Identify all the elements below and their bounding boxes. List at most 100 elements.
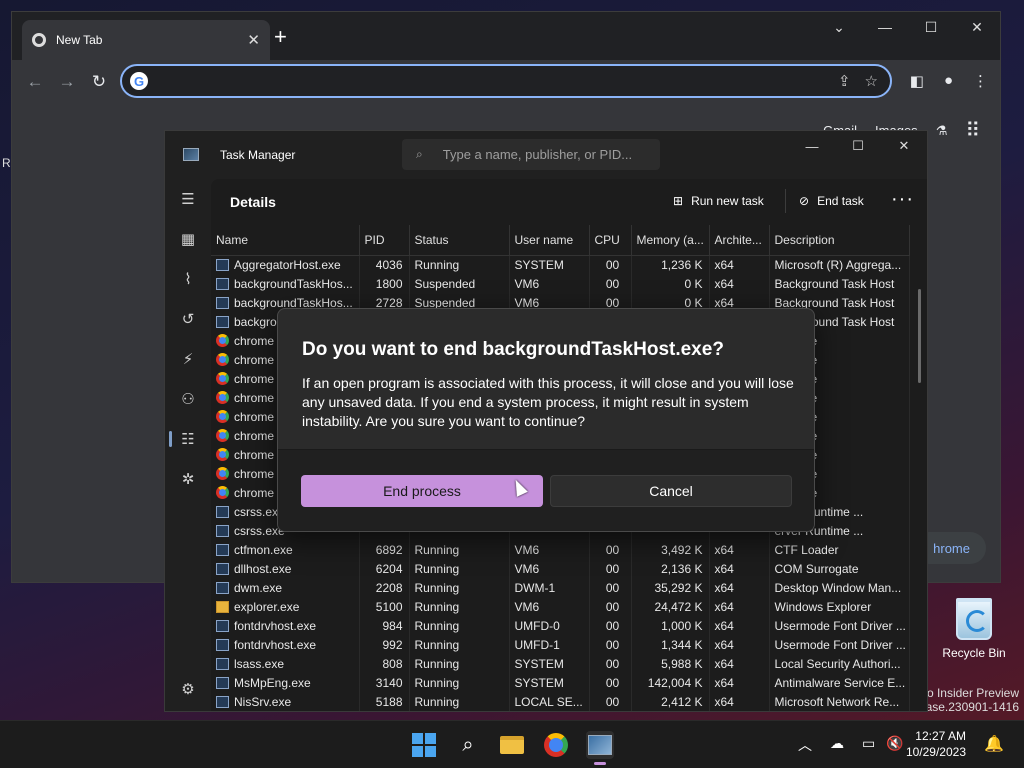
tray-cloud-icon[interactable]: ☁ <box>830 735 844 752</box>
taskbar-search-icon[interactable]: ⌕ <box>454 731 482 759</box>
cell-user: UMFD-0 <box>509 616 590 635</box>
more-options-icon[interactable]: ··· <box>891 188 914 211</box>
network-icon[interactable]: ▭ <box>862 735 875 752</box>
app-history-icon[interactable]: ↺ <box>165 307 211 331</box>
hamburger-menu-icon[interactable]: ☰ <box>165 187 211 211</box>
process-name: chrome <box>234 447 275 462</box>
table-row[interactable]: AggregatorHost.exe 4036 Running SYSTEM 00 1,2… <box>211 255 910 274</box>
column-header-user[interactable]: User name <box>509 225 590 256</box>
tm-close-button[interactable]: ✕ <box>881 131 927 161</box>
volume-muted-icon[interactable]: 🔇 <box>886 735 903 752</box>
notification-bell-icon[interactable]: 🔔 <box>984 734 1004 754</box>
chrome-window-controls: ⌄ — ☐ ✕ <box>816 12 1000 42</box>
processes-icon[interactable]: ▦ <box>165 227 211 251</box>
column-header-cpu[interactable]: CPU <box>589 225 632 256</box>
services-icon[interactable]: ✲ <box>165 467 211 491</box>
share-icon[interactable]: ⇪ <box>838 72 851 90</box>
google-icon: G <box>130 72 148 90</box>
show-hidden-icons-chevron-icon[interactable]: ︿ <box>798 735 812 755</box>
table-row[interactable]: ctfmon.exe 6892 Running VM6 00 3,492 Kx64 CTF … <box>211 540 910 559</box>
cell-description: Usermode Font Driver ... <box>769 635 910 654</box>
process-name: backgroundTaskHos... <box>234 276 353 291</box>
vertical-scrollbar[interactable] <box>918 289 921 383</box>
tm-app-title: Task Manager <box>220 148 296 162</box>
explorer-folder-icon <box>216 600 229 613</box>
system-clock[interactable]: 12:27 AM 10/29/2023 <box>906 728 966 760</box>
profile-icon[interactable]: ● <box>944 72 953 90</box>
table-row[interactable]: fontdrvhost.exe 984 Running UMFD-0 00 1,000 K… <box>211 616 910 635</box>
table-row[interactable]: dllhost.exe 6204 Running VM6 00 2,136 Kx64 COM… <box>211 559 910 578</box>
cell-pid: 984 <box>359 616 410 635</box>
process-name: fontdrvhost.exe <box>234 637 317 652</box>
column-header-pid[interactable]: PID <box>359 225 410 256</box>
details-icon[interactable]: ☷ <box>165 427 211 451</box>
table-row[interactable]: explorer.exe 5100 Running VM6 00 24,472 Kx64 W… <box>211 597 910 616</box>
process-name: chrome <box>234 466 275 481</box>
cell-cpu: 00 <box>589 540 632 559</box>
forward-icon[interactable]: → <box>58 72 76 92</box>
settings-gear-icon[interactable]: ⚙ <box>165 677 211 701</box>
users-icon[interactable]: ⚇ <box>165 387 211 411</box>
run-new-task-button[interactable]: ⊞ Run new task <box>673 194 764 208</box>
process-name: ctfmon.exe <box>234 542 293 557</box>
end-task-button[interactable]: ⊘ End task <box>799 194 864 208</box>
chrome-menu-icon[interactable]: ⋮ <box>973 72 988 90</box>
tab-search-icon[interactable]: ⌄ <box>816 12 862 42</box>
column-header-architecture[interactable]: Archite... <box>709 225 770 256</box>
cancel-button[interactable]: Cancel <box>550 475 792 507</box>
omnibox[interactable]: G ⇪ ☆ <box>120 64 892 98</box>
bookmark-star-icon[interactable]: ☆ <box>865 72 878 90</box>
task-manager-taskbar-button[interactable] <box>586 731 614 765</box>
recycle-bin-shortcut[interactable]: Recycle Bin <box>938 598 1010 660</box>
end-process-button[interactable]: End process <box>301 475 543 507</box>
reload-icon[interactable]: ↻ <box>90 72 108 92</box>
side-panel-icon[interactable]: ◧ <box>910 72 924 90</box>
tm-search-input[interactable]: ⌕ Type a name, publisher, or PID... <box>402 139 660 170</box>
tm-maximize-button[interactable]: ☐ <box>835 131 881 161</box>
performance-icon[interactable]: ⌇ <box>165 267 211 291</box>
chrome-process-icon <box>216 390 229 404</box>
table-row[interactable]: NisSrv.exe 5188 Running LOCAL SE... 00 2,412 … <box>211 692 910 711</box>
cell-description: CTF Loader <box>769 540 910 559</box>
search-icon: ⌕ <box>416 147 423 161</box>
cell-status: Running <box>409 692 510 711</box>
column-header-description[interactable]: Description <box>769 225 910 256</box>
back-icon[interactable]: ← <box>26 72 44 92</box>
cell-user: UMFD-1 <box>509 635 590 654</box>
process-name: dwm.exe <box>234 580 283 595</box>
table-row[interactable]: MsMpEng.exe 3140 Running SYSTEM 00 142,004 Kx… <box>211 673 910 692</box>
labs-flask-icon[interactable]: ⚗ <box>936 123 948 139</box>
column-header-memory[interactable]: Memory (a... <box>631 225 710 256</box>
file-explorer-button[interactable] <box>498 731 526 759</box>
process-icon <box>216 277 229 290</box>
startup-apps-icon[interactable]: ⚡ <box>165 347 211 371</box>
chrome-toolbar: ← → ↻ G ⇪ ☆ ◧ ● ⋮ <box>12 60 1000 104</box>
apps-grid-icon[interactable]: ⠿ <box>965 118 980 143</box>
cell-cpu: 00 <box>589 597 632 616</box>
table-row[interactable]: lsass.exe 808 Running SYSTEM 00 5,988 Kx64 Loc… <box>211 654 910 673</box>
minimize-button[interactable]: — <box>862 12 908 42</box>
cell-status: Running <box>409 597 510 616</box>
chrome-taskbar-button[interactable] <box>542 731 570 759</box>
process-icon <box>216 315 229 328</box>
close-button[interactable]: ✕ <box>954 12 1000 42</box>
start-button[interactable] <box>410 731 438 759</box>
cell-status: Running <box>409 540 510 559</box>
cell-user: SYSTEM <box>509 673 590 692</box>
cell-name: MsMpEng.exe <box>211 673 360 692</box>
new-tab-button[interactable]: + <box>274 26 287 48</box>
tm-minimize-button[interactable]: — <box>789 131 835 161</box>
column-header-status[interactable]: Status <box>409 225 510 256</box>
chrome-process-icon <box>216 371 229 385</box>
maximize-button[interactable]: ☐ <box>908 12 954 42</box>
column-header-name[interactable]: ^Name <box>211 225 360 256</box>
chrome-process-icon <box>216 409 229 423</box>
cell-cpu: 00 <box>589 274 632 293</box>
table-row[interactable]: fontdrvhost.exe 992 Running UMFD-1 00 1,344 K… <box>211 635 910 654</box>
table-row[interactable]: backgroundTaskHos... 1800 Suspended VM6 00 0 … <box>211 274 910 293</box>
table-row[interactable]: dwm.exe 2208 Running DWM-1 00 35,292 Kx64 Desk… <box>211 578 910 597</box>
dialog-title: Do you want to end backgroundTaskHost.ex… <box>302 339 724 360</box>
tab-new-tab[interactable]: New Tab ✕ <box>22 20 270 60</box>
process-icon <box>216 258 229 271</box>
tab-close-icon[interactable]: ✕ <box>247 31 260 49</box>
